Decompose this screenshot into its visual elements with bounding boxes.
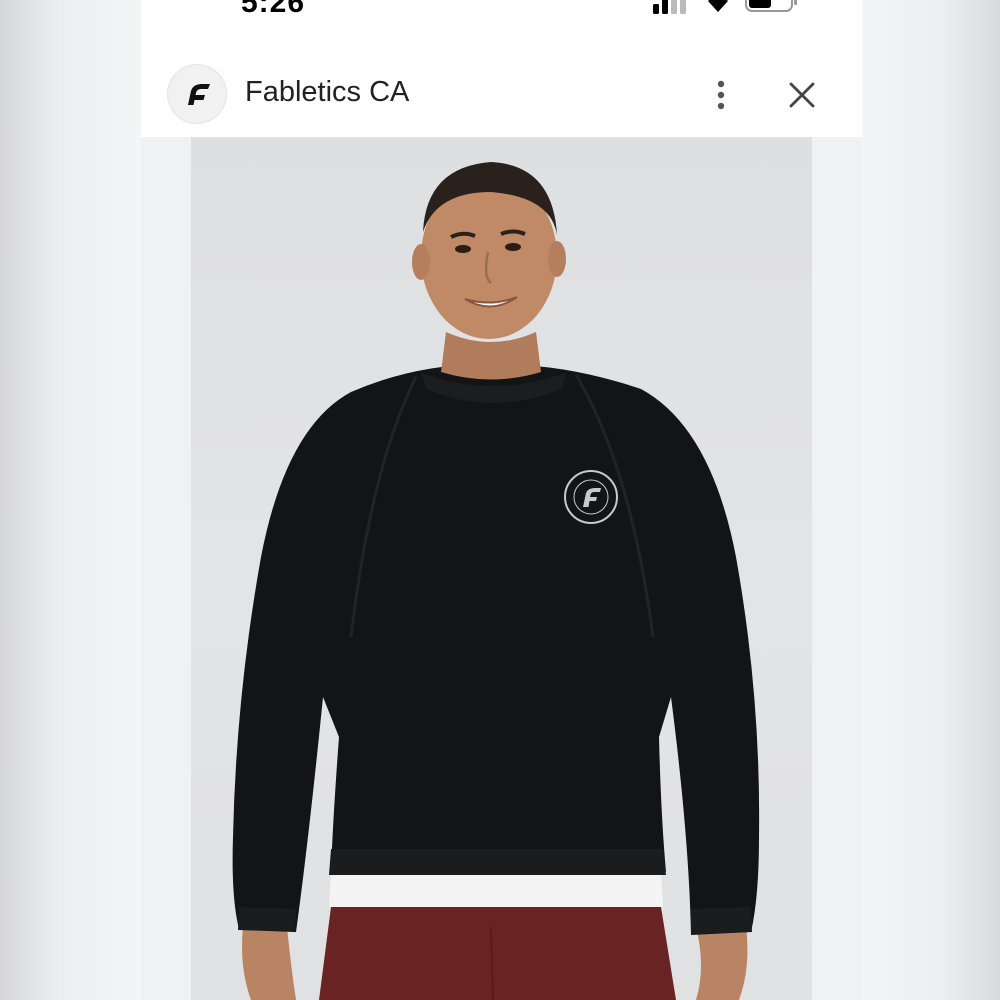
product-photo[interactable]: [191, 137, 812, 1000]
wifi-icon: [708, 0, 728, 12]
phone-screen: 5:26 Fabletics CA: [141, 0, 862, 1000]
image-viewer: [141, 137, 862, 1000]
fabletics-logo-icon: [168, 65, 226, 123]
more-vertical-icon[interactable]: [707, 76, 735, 116]
status-time: 5:26: [241, 0, 306, 18]
status-bar: 5:26: [141, 0, 862, 18]
custom-tab-header: Fabletics CA: [141, 18, 862, 137]
battery-icon: [745, 0, 797, 12]
close-icon[interactable]: [785, 78, 819, 112]
page-title: Fabletics CA: [245, 76, 410, 108]
signal-icon: [653, 0, 686, 14]
product-photo-illustration: [232, 162, 760, 1000]
